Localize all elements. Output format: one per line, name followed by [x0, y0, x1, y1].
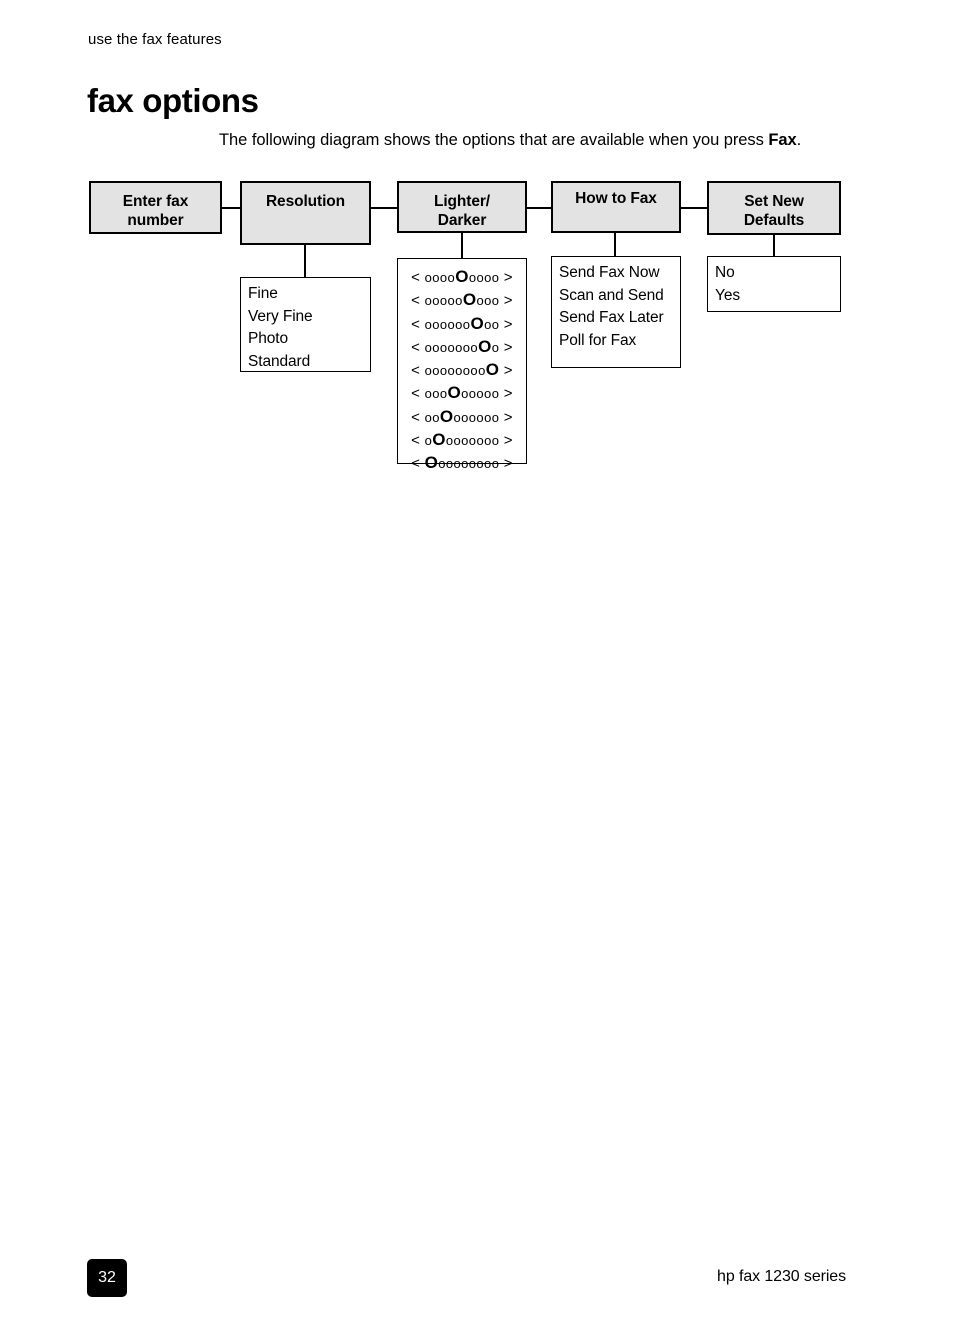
lighter-darker-level-8[interactable]: < Ooooooooo > [398, 452, 526, 475]
level-dots-before: oo [424, 409, 440, 425]
level-dots-before: ooooo [424, 293, 463, 309]
resolution-option-2[interactable]: Photo [248, 328, 370, 351]
node-set-new-defaults[interactable]: Set New Defaults [707, 181, 841, 235]
level-cursor-marker: O [455, 267, 469, 286]
level-dots-before: oooo [424, 270, 456, 285]
level-dots-after: ooooo [461, 386, 500, 402]
level-dots-after: oooooooo [438, 456, 500, 472]
set-new-defaults-option-1[interactable]: Yes [715, 285, 840, 308]
fax-options-diagram: Enter fax number Resolution Lighter/ Dar… [0, 0, 954, 500]
node-label-resolution: Resolution [265, 193, 346, 210]
lighter-darker-levels-list[interactable]: < ooooOoooo > < oooooOooo > < ooooooOoo > <… [397, 258, 527, 472]
node-lighter-darker[interactable]: Lighter/ Darker [397, 181, 527, 233]
left-arrow-icon: < [411, 338, 425, 356]
right-arrow-icon: > [499, 292, 513, 310]
right-arrow-icon: > [499, 362, 513, 380]
node-label-enter-fax-number: Enter fax number [122, 193, 189, 229]
connector-lighter-to-howto [525, 207, 553, 209]
level-dots-after: ooo [476, 293, 500, 309]
right-arrow-icon: > [499, 385, 513, 403]
page-number-badge: 32 [87, 1259, 127, 1297]
level-cursor-marker: O [485, 360, 500, 380]
right-arrow-icon: > [499, 432, 513, 450]
connector-defaults-drop [773, 233, 775, 258]
left-arrow-icon: < [411, 432, 425, 450]
how-to-fax-option-2[interactable]: Send Fax Later [559, 307, 680, 330]
left-arrow-icon: < [411, 455, 425, 473]
lighter-darker-level-7[interactable]: < oOooooooo > [398, 429, 526, 452]
lighter-darker-level-0[interactable]: < ooooOoooo > [398, 266, 526, 289]
connector-howto-drop [614, 231, 616, 258]
node-label-set-new-defaults: Set New Defaults [743, 193, 805, 229]
level-cursor-marker: O [439, 406, 454, 426]
left-arrow-icon: < [411, 385, 425, 403]
level-dots-after: ooooooo [445, 433, 500, 449]
level-dots-after: oooooo [453, 409, 500, 425]
level-cursor-marker: O [432, 430, 446, 450]
lighter-darker-level-2[interactable]: < ooooooOoo > [398, 313, 526, 336]
set-new-defaults-option-0[interactable]: No [715, 262, 840, 285]
level-cursor-marker: O [462, 290, 477, 310]
footer-product-name: hp fax 1230 series [717, 1268, 846, 1285]
level-dots-before: ooooooo [424, 339, 479, 355]
right-arrow-icon: > [499, 408, 513, 426]
level-cursor-marker: O [470, 313, 485, 333]
resolution-option-1[interactable]: Very Fine [248, 306, 370, 329]
how-to-fax-options-list[interactable]: Send Fax Now Scan and Send Send Fax Later P… [551, 256, 681, 368]
how-to-fax-option-3[interactable]: Poll for Fax [559, 330, 680, 353]
level-dots-after: oo [484, 316, 500, 332]
how-to-fax-option-1[interactable]: Scan and Send [559, 285, 680, 308]
resolution-option-3[interactable]: Standard [248, 351, 370, 374]
connector-howto-to-defaults [679, 207, 709, 209]
right-arrow-icon: > [499, 315, 513, 333]
node-how-to-fax[interactable]: How to Fax [551, 181, 681, 233]
node-resolution[interactable]: Resolution [240, 181, 371, 245]
level-dots-before: oooooooo [424, 363, 486, 379]
resolution-options-list[interactable]: Fine Very Fine Photo Standard [240, 277, 371, 372]
node-label-lighter-darker: Lighter/ Darker [433, 193, 491, 229]
connector-resolution-drop [304, 243, 306, 279]
node-enter-fax-number[interactable]: Enter fax number [89, 181, 222, 234]
left-arrow-icon: < [411, 269, 425, 286]
left-arrow-icon: < [411, 362, 425, 380]
level-dots-before: oooooo [424, 316, 471, 332]
connector-lighter-drop [461, 231, 463, 260]
level-cursor-marker: O [478, 336, 492, 356]
connector-resolution-to-lighter [369, 207, 399, 209]
right-arrow-icon: > [499, 269, 513, 286]
right-arrow-icon: > [499, 455, 513, 473]
how-to-fax-option-0[interactable]: Send Fax Now [559, 262, 680, 285]
left-arrow-icon: < [411, 408, 425, 426]
lighter-darker-level-5[interactable]: < oooOooooo > [398, 382, 526, 405]
level-dots-after: oooo [468, 270, 500, 285]
lighter-darker-level-6[interactable]: < ooOoooooo > [398, 406, 526, 429]
connector-enter-to-resolution [220, 207, 242, 209]
level-cursor-marker: O [447, 383, 462, 403]
level-dots-before: ooo [424, 386, 448, 402]
resolution-option-0[interactable]: Fine [248, 283, 370, 306]
lighter-darker-level-1[interactable]: < oooooOooo > [398, 289, 526, 312]
node-label-how-to-fax: How to Fax [575, 190, 657, 207]
left-arrow-icon: < [411, 292, 425, 310]
level-cursor-marker: O [424, 453, 439, 473]
right-arrow-icon: > [499, 338, 513, 356]
left-arrow-icon: < [411, 315, 425, 333]
lighter-darker-level-3[interactable]: < oooooooOo > [398, 336, 526, 359]
lighter-darker-level-4[interactable]: < ooooooooO > [398, 359, 526, 382]
set-new-defaults-options-list[interactable]: No Yes [707, 256, 841, 312]
